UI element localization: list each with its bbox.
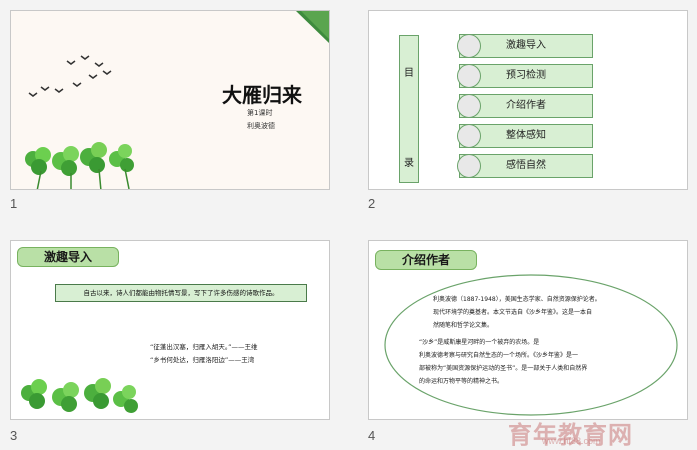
slide-thumbnail-3[interactable]: 激趣导入 自古以来，诗人们都能由物托情写景，写下了许多伤感的诗歌作品。 “征蓬出… <box>10 240 330 420</box>
slide-4-paragraph-2: “沙乡”是威斯康星河畔的一个被弃的农场。是 利奥波德考察与研究自然生态的一个场所… <box>419 336 669 388</box>
geese-flock-icon <box>28 55 112 97</box>
paragraph-line: 的命运和万物平等的精神之书。 <box>419 378 504 385</box>
paragraph-line: 现代环境学的奠基者。本文节选自《沙乡年鉴》。这是一本自 <box>433 309 593 316</box>
slide-number-1: 1 <box>10 196 18 211</box>
toc-label-bottom: 录 <box>404 158 414 169</box>
paragraph-line: 利奥波德（1887-1948），美国生态学家、自然资源保护论者。 <box>433 296 601 303</box>
paragraph-line: 利奥波德考察与研究自然生态的一个场所。《沙乡年鉴》是一 <box>419 352 579 359</box>
slide-1-subtitle-author: 利奥波德 <box>247 122 275 130</box>
slide-number-2: 2 <box>368 196 376 211</box>
toc-label-top: 目 <box>404 68 414 79</box>
paragraph-line: 部被称为“美国资源保护运动的圣书”。是一部关于人类和自然界 <box>419 365 588 372</box>
slide-1-title: 大雁归来 <box>222 83 302 107</box>
slide-thumbnail-4[interactable]: 介绍作者 利奥波德（1887-1948），美国生态学家、自然资源保护论者。 现代… <box>368 240 688 420</box>
clover-decoration-icon <box>25 142 134 189</box>
paragraph-line: “沙乡”是威斯康星河畔的一个被弃的农场。是 <box>419 339 540 346</box>
slide-3-decoration <box>21 378 138 413</box>
toc-bullet-icon <box>457 34 481 58</box>
toc-bullet-icon <box>457 94 481 118</box>
toc-label-bar: 目 录 <box>399 35 419 183</box>
paragraph-line: 然随笔和哲学论文集。 <box>433 322 494 329</box>
slide-thumbnail-2[interactable]: 目 录 激趣导入 预习检测 介绍作者 整体感知 感悟自然 <box>368 10 688 190</box>
clover-decoration-icon <box>21 378 138 413</box>
slide-number-3: 3 <box>10 428 18 443</box>
toc-bullet-icon <box>457 64 481 88</box>
slide-number-4: 4 <box>368 428 376 443</box>
slide-1-subtitle-lesson: 第1课时 <box>247 109 273 117</box>
slide-4-paragraph-1: 利奥波德（1887-1948），美国生态学家、自然资源保护论者。 现代环境学的奠… <box>433 293 653 332</box>
toc-bullet-icon <box>457 154 481 178</box>
slide-thumbnail-1[interactable]: 大雁归来 第1课时 利奥波德 <box>10 10 330 190</box>
toc-bullet-icon <box>457 124 481 148</box>
